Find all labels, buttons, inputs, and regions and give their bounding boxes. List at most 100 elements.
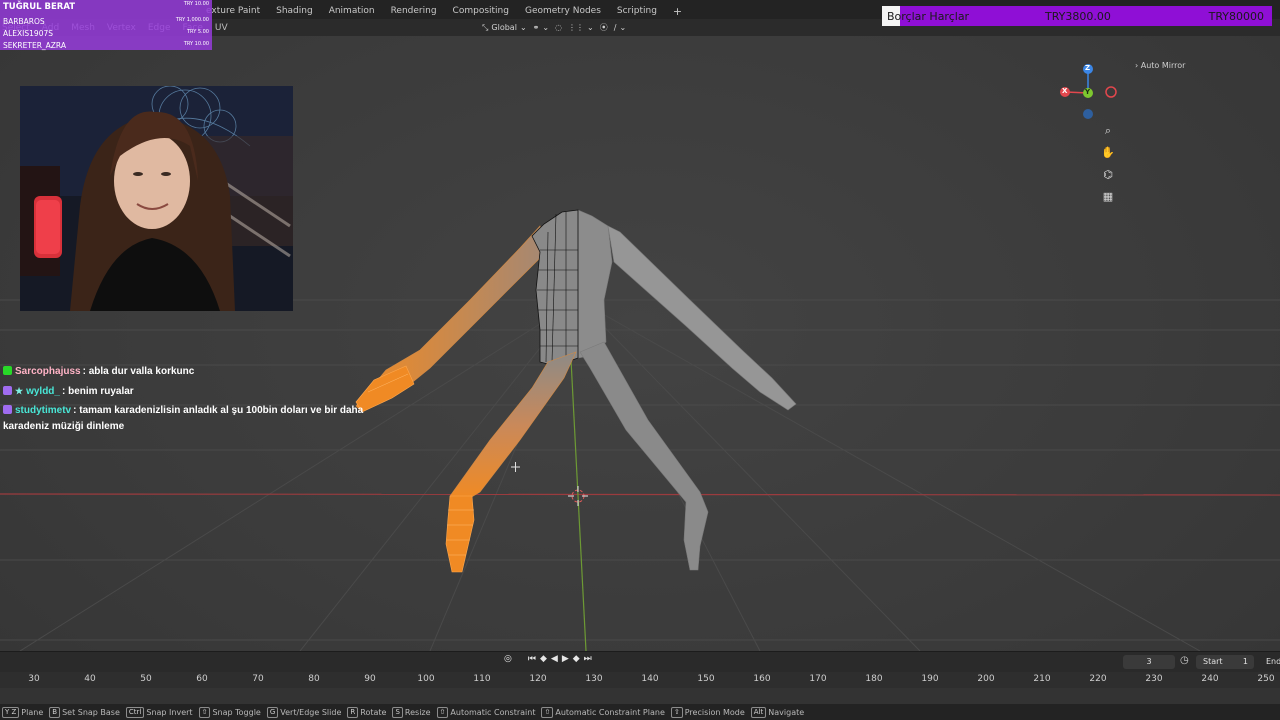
gizmo-y-label[interactable]: Y [1085, 88, 1090, 96]
chat-badge-icon [3, 405, 12, 414]
next-keyframe-icon[interactable]: ◆ [573, 654, 580, 664]
orientation-icon: ⤡ [482, 22, 489, 32]
leader-row-name: BARBAROS [3, 17, 45, 26]
pivot-dropdown[interactable]: ⚭ ⌄ [533, 23, 549, 32]
chevron-down-icon: ⌄ [619, 23, 627, 32]
gizmo-z-label[interactable]: Z [1085, 64, 1090, 72]
chat-message: ★ wyldd_: benim ruyalar [3, 383, 373, 400]
chat-text: : abla dur valla korkunc [82, 366, 195, 377]
chat-message: studytimetv: tamam karadenizlisin anladı… [3, 403, 373, 435]
auto-mirror-panel[interactable]: › Auto Mirror [1135, 61, 1185, 70]
clock-icon[interactable]: ◷ [1180, 655, 1192, 667]
leader-row-amount: TRY 10.00 [183, 41, 209, 47]
menu-item[interactable]: UV [215, 23, 228, 33]
ruler-tick-label: 90 [364, 674, 376, 684]
status-label: Snap Invert [146, 707, 193, 717]
chevron-right-icon: › [1135, 61, 1139, 70]
status-label: Snap Toggle [212, 707, 261, 717]
webcam-image [20, 86, 293, 311]
status-label: Navigate [768, 707, 805, 717]
end-frame-label[interactable]: End [1266, 655, 1280, 669]
chat-overlay: Sarcophajuss: abla dur valla korkunc ★ wyl… [3, 364, 373, 438]
status-hint: ⇧ Snap Toggle [198, 706, 261, 718]
leader-first-amount: TRY 10.00 [183, 1, 209, 7]
mesh-right-half [577, 209, 797, 571]
key-icon: Alt [750, 706, 767, 718]
tab-workspace[interactable]: Geometry Nodes [525, 6, 601, 16]
chat-username: Sarcophajuss [15, 366, 81, 377]
tab-workspace[interactable]: Scripting [617, 6, 657, 16]
ruler-tick-label: 170 [809, 674, 827, 684]
ruler-tick-label: 30 [28, 674, 40, 684]
pan-hand-icon[interactable]: ✋ [1099, 144, 1117, 161]
tab-workspace[interactable]: exture Paint [206, 6, 260, 16]
timeline-body[interactable] [0, 688, 1280, 704]
transform-orientation-dropdown[interactable]: ⤡ Global ⌄ [482, 23, 527, 33]
mesh-left-half [355, 209, 579, 573]
status-hint: R Rotate [347, 706, 387, 718]
status-label: Plane [21, 707, 44, 717]
ruler-tick-label: 150 [697, 674, 715, 684]
ruler-tick-label: 140 [641, 674, 659, 684]
status-bar: Y Z Plane B Set Snap Base Ctrl Snap Invert ⇧ Sn… [0, 704, 1280, 720]
viewport-grid [0, 299, 1280, 651]
key-icon: ⇧ [198, 706, 211, 718]
leader-row-name: SEKRETER_AZRA [3, 41, 66, 50]
status-hint: Ctrl Snap Invert [125, 706, 193, 718]
ruler-tick-label: 240 [1201, 674, 1219, 684]
ruler-tick-label: 70 [252, 674, 264, 684]
play-icon[interactable]: ▶ [562, 654, 569, 664]
status-label: Rotate [360, 707, 387, 717]
donation-title: Borçlar Harçlar [887, 9, 970, 23]
start-frame-field[interactable]: Start 1 [1196, 655, 1254, 669]
left-leg [449, 351, 577, 499]
ruler-tick-label: 160 [753, 674, 771, 684]
tab-workspace[interactable]: Rendering [391, 6, 437, 16]
status-label: Vert/Edge Slide [280, 707, 342, 717]
start-value: 1 [1242, 657, 1248, 666]
zoom-icon[interactable]: ⌕ [1099, 122, 1117, 139]
falloff-dropdown[interactable]: ∕ ⌄ [614, 23, 626, 32]
snap-dropdown[interactable]: ⋮⋮ ⌄ [568, 23, 594, 32]
keying-icon[interactable]: ◎ [504, 654, 512, 664]
ruler-tick-label: 180 [865, 674, 883, 684]
add-workspace-button[interactable]: + [673, 5, 682, 18]
prev-keyframe-icon[interactable]: ◆ [540, 654, 547, 664]
status-hint: Alt Navigate [750, 706, 805, 718]
jump-start-icon[interactable]: ⏮ [528, 654, 536, 664]
play-reverse-icon[interactable]: ◀ [551, 654, 558, 664]
status-label: Resize [404, 707, 431, 717]
ruler-tick-label: 230 [1145, 674, 1163, 684]
key-icon: Ctrl [125, 706, 145, 718]
perspective-grid-icon[interactable]: ▦ [1099, 188, 1117, 205]
gizmo-x-label[interactable]: X [1062, 87, 1067, 95]
tab-workspace[interactable]: Shading [276, 6, 313, 16]
x-axis-line [0, 493, 1280, 496]
ruler-tick-label: 250 [1257, 674, 1275, 684]
donation-current: TRY3800.00 [1045, 9, 1111, 23]
chevron-down-icon: ⌄ [587, 23, 594, 32]
jump-end-icon[interactable]: ⏭ [584, 654, 592, 664]
proportional-edit-toggle[interactable]: ⦿ [600, 22, 608, 33]
blender-stream-screen: exture Paint Shading Animation Rendering Com… [0, 0, 1280, 720]
key-icon: Y Z [2, 706, 20, 718]
current-frame-field[interactable]: 3 [1123, 655, 1175, 669]
transform-tools: ⤡ Global ⌄ ⚭ ⌄ ◌ ⋮⋮ ⌄ ⦿ ∕ ⌄ [482, 19, 626, 36]
torso [531, 209, 579, 367]
key-icon: ⇧ [541, 706, 554, 718]
leader-first-name: TUĞRUL BERAT [3, 2, 76, 12]
key-icon: S [392, 706, 403, 718]
camera-view-icon[interactable]: ⌬ [1099, 166, 1117, 183]
webcam-feed [20, 86, 293, 311]
start-label: Start [1203, 657, 1223, 666]
ruler-tick-label: 120 [529, 674, 547, 684]
status-hint: ⇧ Automatic Constraint Plane [541, 706, 665, 718]
status-label: Set Snap Base [62, 707, 120, 717]
tab-workspace[interactable]: Animation [329, 6, 375, 16]
chat-badge-icon [3, 366, 12, 375]
snap-toggle[interactable]: ◌ [555, 23, 562, 32]
tab-workspace[interactable]: Compositing [453, 6, 509, 16]
status-hint: Y Z Plane [2, 706, 44, 718]
leader-row-amount: TRY 5.00 [187, 29, 209, 35]
timeline-ruler[interactable]: 30 40 50 60 70 80 90 100 110 120 130 140 150 160 170 18… [0, 672, 1280, 688]
